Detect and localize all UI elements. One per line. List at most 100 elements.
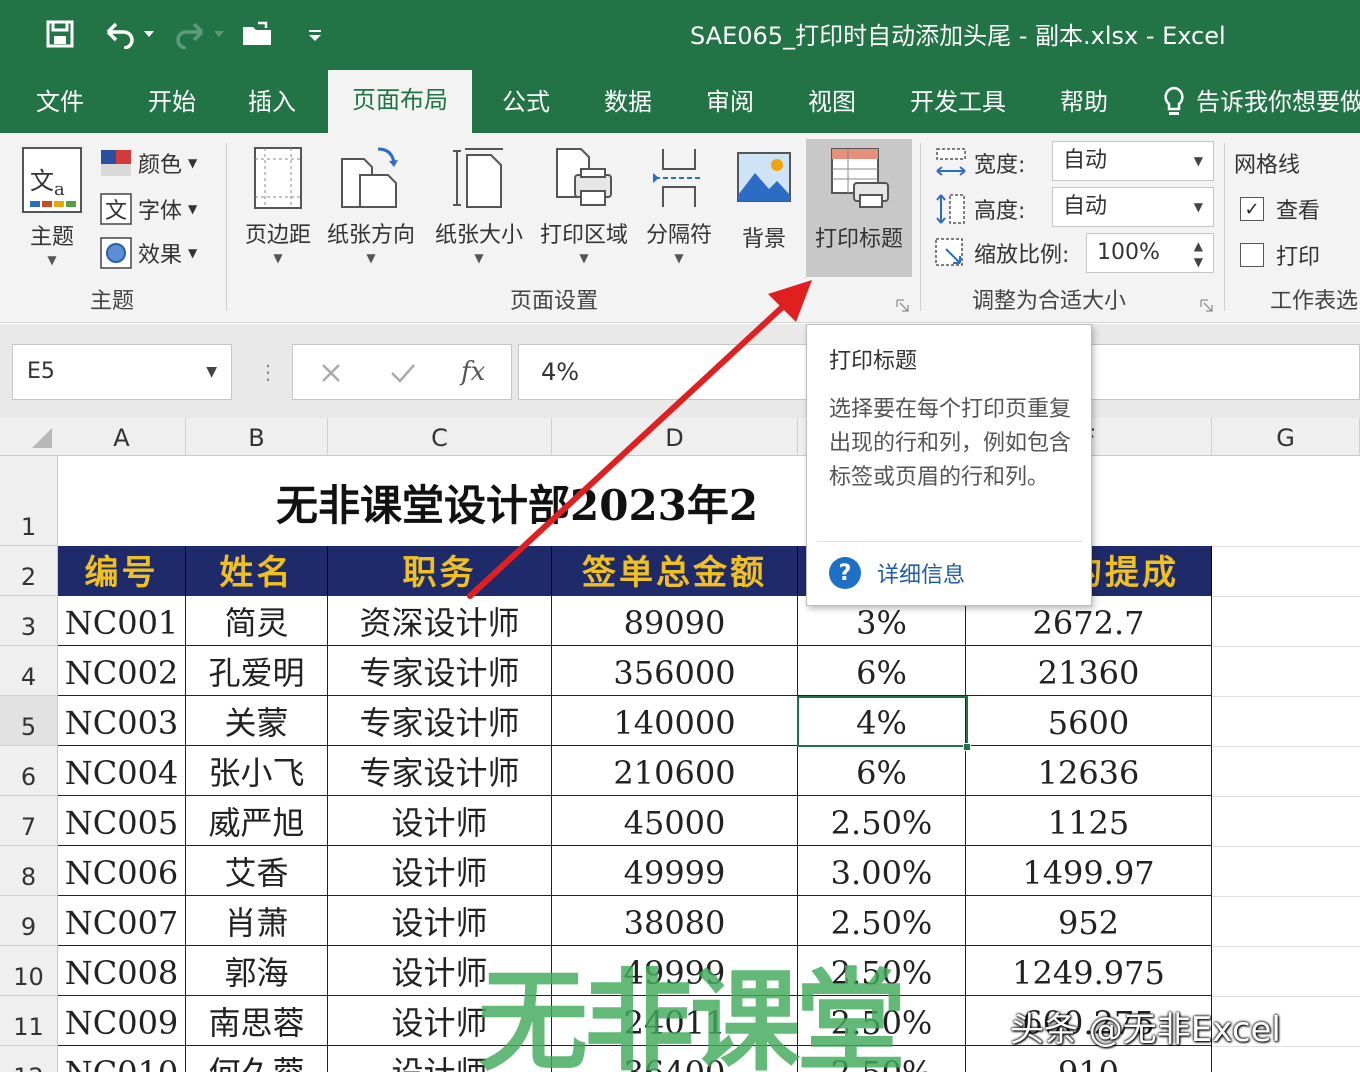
redo-icon[interactable] <box>170 16 226 52</box>
column-header-a[interactable]: A <box>58 418 186 456</box>
table-cell[interactable]: 何久蓉 <box>186 1046 328 1072</box>
table-cell[interactable]: 140000 <box>552 696 798 746</box>
table-cell[interactable]: NC004 <box>58 746 186 796</box>
breaks-button[interactable]: 分隔符 ▼ <box>640 145 718 265</box>
table-cell[interactable]: 45000 <box>552 796 798 846</box>
row-header[interactable]: 2 <box>0 546 58 596</box>
open-folder-icon[interactable] <box>238 16 278 52</box>
table-cell[interactable]: 1125 <box>966 796 1212 846</box>
table-cell[interactable]: NC006 <box>58 846 186 896</box>
table-cell[interactable]: 专家设计师 <box>328 696 552 746</box>
save-icon[interactable] <box>40 16 80 52</box>
table-cell[interactable]: NC005 <box>58 796 186 846</box>
margins-button[interactable]: 页边距 ▼ <box>240 145 316 265</box>
tab-data[interactable]: 数据 <box>604 82 652 122</box>
table-cell[interactable]: NC010 <box>58 1046 186 1072</box>
tab-page-layout[interactable]: 页面布局 <box>328 70 472 133</box>
table-cell[interactable]: 6% <box>798 646 966 696</box>
row-header-selected[interactable]: 5 <box>0 696 58 746</box>
print-titles-button[interactable]: 打印标题 <box>806 139 912 277</box>
table-cell[interactable]: 89090 <box>552 596 798 646</box>
gridlines-view-checkbox[interactable]: ✓ 查看 <box>1240 193 1320 225</box>
table-cell[interactable]: 5600 <box>966 696 1212 746</box>
gridlines-print-checkbox[interactable]: 打印 <box>1240 239 1320 271</box>
table-cell[interactable]: 资深设计师 <box>328 596 552 646</box>
fill-handle[interactable] <box>963 743 971 751</box>
header-cell-position[interactable]: 职务 <box>328 546 552 596</box>
customize-toolbar-icon[interactable] <box>304 16 326 52</box>
row-header[interactable]: 6 <box>0 746 58 796</box>
height-combo[interactable]: 自动 ▼ <box>1052 187 1214 227</box>
table-cell[interactable]: 肖萧 <box>186 896 328 946</box>
colors-button[interactable]: 颜色 ▼ <box>100 147 197 179</box>
row-header[interactable]: 10 <box>0 946 58 996</box>
tooltip-more-info-link[interactable]: ? 详细信息 <box>829 557 965 589</box>
background-button[interactable]: 背景 <box>728 145 800 253</box>
paper-size-button[interactable]: 纸张大小 ▼ <box>430 145 528 265</box>
column-header-d[interactable]: D <box>552 418 798 456</box>
table-cell[interactable]: NC008 <box>58 946 186 996</box>
row-header[interactable]: 1 <box>0 456 58 546</box>
effects-button[interactable]: 效果 ▼ <box>100 237 197 269</box>
table-cell[interactable]: 设计师 <box>328 796 552 846</box>
table-cell[interactable]: 郭海 <box>186 946 328 996</box>
row-header[interactable]: 4 <box>0 646 58 696</box>
fonts-button[interactable]: 文 字体 ▼ <box>100 193 197 225</box>
column-header-c[interactable]: C <box>328 418 552 456</box>
select-all-icon[interactable] <box>32 428 52 448</box>
table-cell[interactable]: 21360 <box>966 646 1212 696</box>
enter-check-icon[interactable] <box>389 361 417 385</box>
table-cell[interactable]: 张小飞 <box>186 746 328 796</box>
insert-function-icon[interactable]: fx <box>461 357 485 387</box>
table-cell[interactable]: NC001 <box>58 596 186 646</box>
table-cell[interactable]: 专家设计师 <box>328 746 552 796</box>
spinner-arrows-icon[interactable]: ▲ ▼ <box>1194 238 1203 270</box>
header-cell-total[interactable]: 签单总金额 <box>552 546 798 596</box>
table-cell[interactable]: 南思蓉 <box>186 996 328 1046</box>
tab-review[interactable]: 审阅 <box>706 82 754 122</box>
tab-home[interactable]: 开始 <box>148 82 196 122</box>
resize-handle-icon[interactable]: ⋮ <box>258 360 278 384</box>
table-cell[interactable]: 1249.975 <box>966 946 1212 996</box>
table-cell[interactable]: 356000 <box>552 646 798 696</box>
table-cell[interactable]: NC007 <box>58 896 186 946</box>
table-cell[interactable]: 2.50% <box>798 796 966 846</box>
table-cell[interactable]: 6% <box>798 746 966 796</box>
table-cell[interactable]: 简灵 <box>186 596 328 646</box>
tell-me-box[interactable]: 告诉我你想要做 <box>1160 82 1360 122</box>
tab-developer[interactable]: 开发工具 <box>910 82 1006 122</box>
dialog-launcher-icon[interactable] <box>1200 299 1214 313</box>
column-header-g[interactable]: G <box>1212 418 1360 456</box>
width-combo[interactable]: 自动 ▼ <box>1052 141 1214 181</box>
table-cell[interactable]: 952 <box>966 896 1212 946</box>
header-cell-name[interactable]: 姓名 <box>186 546 328 596</box>
row-header[interactable]: 3 <box>0 596 58 646</box>
row-header[interactable]: 9 <box>0 896 58 946</box>
tab-view[interactable]: 视图 <box>808 82 856 122</box>
table-cell[interactable]: 49999 <box>552 846 798 896</box>
table-cell[interactable]: 1499.97 <box>966 846 1212 896</box>
table-cell[interactable]: NC009 <box>58 996 186 1046</box>
orientation-button[interactable]: 纸张方向 ▼ <box>322 145 420 265</box>
tab-formulas[interactable]: 公式 <box>502 82 550 122</box>
row-header[interactable]: 7 <box>0 796 58 846</box>
name-box[interactable]: E5 ▼ <box>12 344 232 400</box>
table-cell[interactable]: 12636 <box>966 746 1212 796</box>
table-cell[interactable]: 关蒙 <box>186 696 328 746</box>
table-cell[interactable]: 艾香 <box>186 846 328 896</box>
table-cell[interactable]: NC002 <box>58 646 186 696</box>
table-cell[interactable]: 210600 <box>552 746 798 796</box>
tab-insert[interactable]: 插入 <box>248 82 296 122</box>
table-cell[interactable]: 设计师 <box>328 846 552 896</box>
table-cell[interactable]: 专家设计师 <box>328 646 552 696</box>
column-header-b[interactable]: B <box>186 418 328 456</box>
scale-spinner[interactable]: 100% ▲ ▼ <box>1086 233 1214 273</box>
header-cell-id[interactable]: 编号 <box>58 546 186 596</box>
row-header[interactable]: 8 <box>0 846 58 896</box>
cancel-icon[interactable] <box>319 361 343 385</box>
row-header[interactable]: 12 <box>0 1046 58 1072</box>
empty-column-g[interactable] <box>1212 456 1360 1072</box>
dialog-launcher-icon[interactable] <box>896 299 910 313</box>
row-header[interactable]: 11 <box>0 996 58 1046</box>
tab-file[interactable]: 文件 <box>36 82 84 122</box>
